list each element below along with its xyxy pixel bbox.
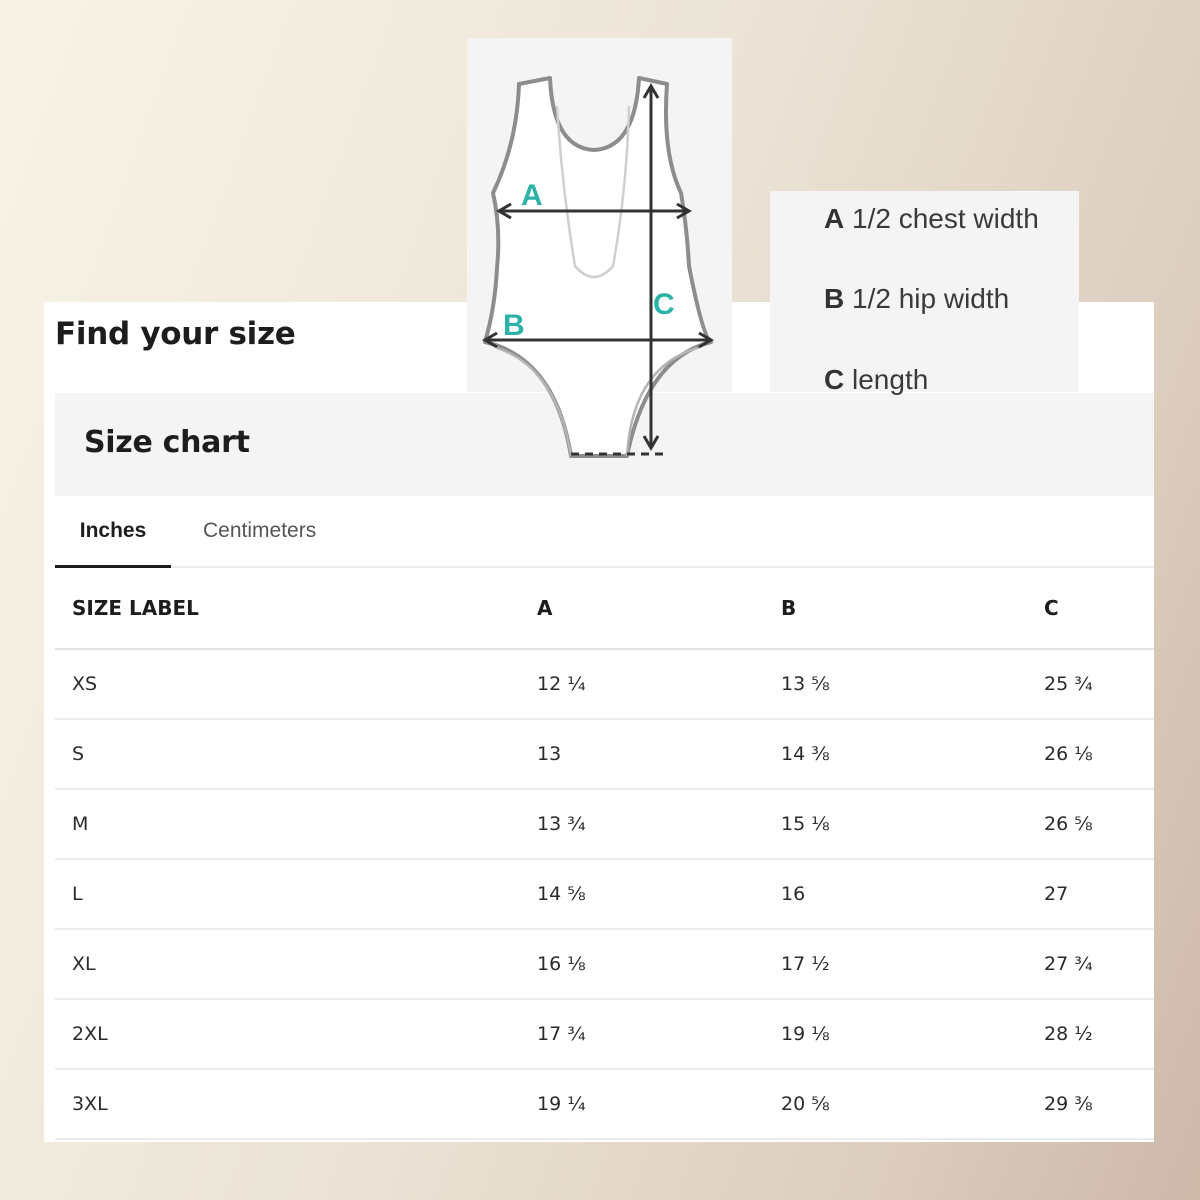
legend-letter: C	[824, 364, 845, 395]
swimsuit-diagram: A B C	[482, 76, 714, 458]
column-header-b: B	[781, 568, 1044, 650]
chest-width-cell: 12 ¼	[537, 649, 781, 720]
length-cell: 29 ⅜	[1044, 1069, 1154, 1140]
legend-item-length: C length	[824, 364, 928, 396]
length-cell: 26 ⅛	[1044, 719, 1154, 790]
hip-width-cell: 17 ½	[781, 929, 1044, 1000]
legend-item-chest: A 1/2 chest width	[824, 203, 1039, 235]
table-row: XS 12 ¼ 13 ⅝ 25 ¾	[55, 649, 1154, 720]
table-row: S 13 14 ⅜ 26 ⅛	[55, 719, 1154, 790]
legend-item-hip: B 1/2 hip width	[824, 283, 1009, 315]
column-header-c: C	[1044, 568, 1154, 650]
measurement-legend: A 1/2 chest width B 1/2 hip width C leng…	[770, 191, 1079, 395]
hip-width-cell: 14 ⅜	[781, 719, 1044, 790]
label-b: B	[503, 309, 525, 342]
length-cell: 27 ¾	[1044, 929, 1154, 1000]
size-chart-title: Size chart	[84, 425, 250, 460]
hip-width-cell: 15 ⅛	[781, 789, 1044, 860]
size-label-cell: XS	[55, 649, 537, 720]
chest-width-cell: 14 ⅝	[537, 859, 781, 930]
unit-tabs: Inches Centimeters	[55, 496, 1154, 568]
chest-width-cell: 13	[537, 719, 781, 790]
table-row: M 13 ¾ 15 ⅛ 26 ⅝	[55, 789, 1154, 860]
hip-width-cell: 16	[781, 859, 1044, 930]
legend-text: 1/2 chest width	[852, 203, 1039, 234]
swimsuit-outline	[483, 76, 713, 458]
chest-width-cell: 13 ¾	[537, 789, 781, 860]
legend-letter: B	[824, 283, 845, 314]
length-cell: 25 ¾	[1044, 649, 1154, 720]
legend-letter: A	[824, 203, 845, 234]
hip-width-cell: 19 ⅛	[781, 999, 1044, 1070]
column-header-a: A	[537, 568, 781, 650]
size-label-cell: 3XL	[55, 1069, 537, 1140]
table-row: XL 16 ⅛ 17 ½ 27 ¾	[55, 929, 1154, 1000]
size-label-cell: S	[55, 719, 537, 790]
label-c: C	[653, 288, 675, 321]
size-label-cell: L	[55, 859, 537, 930]
size-label-cell: M	[55, 789, 537, 860]
chest-width-cell: 19 ¼	[537, 1069, 781, 1140]
legend-text: 1/2 hip width	[852, 283, 1010, 314]
hip-width-cell: 20 ⅝	[781, 1069, 1044, 1140]
chest-width-cell: 16 ⅛	[537, 929, 781, 1000]
length-cell: 27	[1044, 859, 1154, 930]
table-row: L 14 ⅝ 16 27	[55, 859, 1154, 930]
size-label-cell: XL	[55, 929, 537, 1000]
chest-width-cell: 17 ¾	[537, 999, 781, 1070]
table-row: 3XL 19 ¼ 20 ⅝ 29 ⅜	[55, 1069, 1154, 1140]
tab-inches[interactable]: Inches	[55, 496, 171, 568]
label-a: A	[521, 179, 543, 212]
size-table: SIZE LABEL A B C XS 12 ¼ 13 ⅝ 25 ¾ S 13 …	[55, 568, 1154, 1140]
tab-centimeters[interactable]: Centimeters	[203, 496, 316, 566]
page-title: Find your size	[55, 316, 296, 352]
table-header-row: SIZE LABEL A B C	[55, 568, 1154, 650]
length-cell: 26 ⅝	[1044, 789, 1154, 860]
legend-text: length	[852, 364, 929, 395]
table-row: 2XL 17 ¾ 19 ⅛ 28 ½	[55, 999, 1154, 1070]
length-cell: 28 ½	[1044, 999, 1154, 1070]
hip-width-cell: 13 ⅝	[781, 649, 1044, 720]
size-label-cell: 2XL	[55, 999, 537, 1070]
column-header-size-label: SIZE LABEL	[55, 568, 537, 650]
